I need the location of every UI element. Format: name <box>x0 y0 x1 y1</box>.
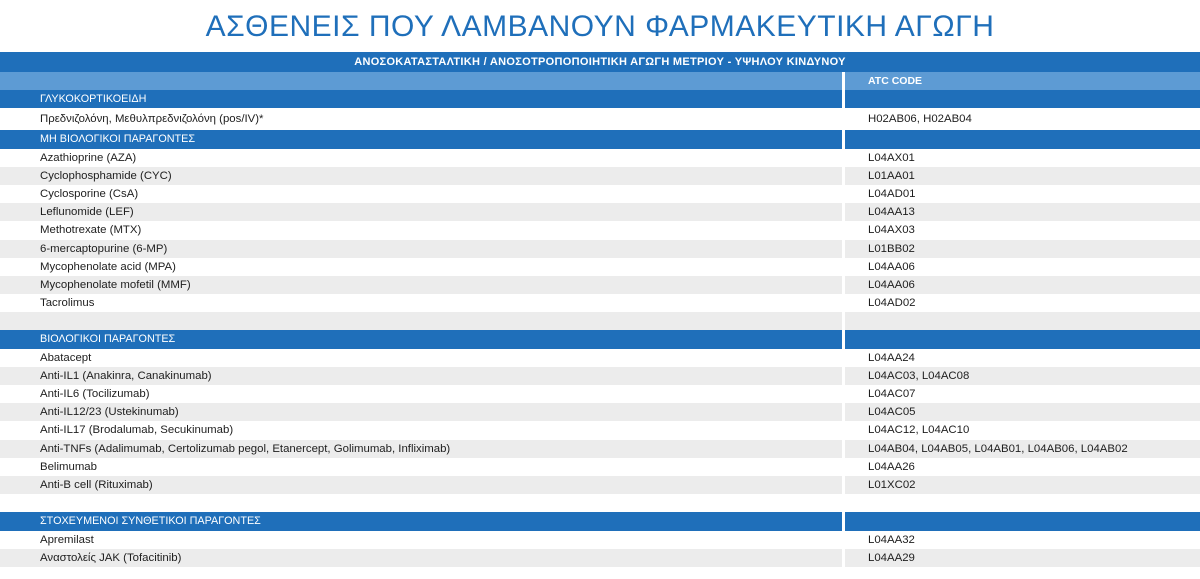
table-row: Cyclophosphamide (CYC) L01AA01 <box>0 166 1200 185</box>
atc-code: L04AA06 <box>845 257 1200 276</box>
table-row: Abatacept L04AA24 <box>0 348 1200 367</box>
drug-name: Belimumab <box>0 457 842 476</box>
blank-cell <box>845 312 1200 331</box>
table-row: Anti-B cell (Rituximab) L01XC02 <box>0 475 1200 495</box>
table-row: Mycophenolate mofetil (MMF) L04AA06 <box>0 275 1200 295</box>
drug-table: ΑΝΟΣΟΚΑΤΑΣΤΑΛΤΙΚΗ / ΑΝΟΣΟΤΡΟΠΟΠΟΙΗΤΙΚΗ Α… <box>0 52 1200 567</box>
drug-name: Πρεδνιζολόνη, Μεθυλπρεδνιζολόνη (pos/IV)… <box>0 108 842 131</box>
drug-name: Cyclophosphamide (CYC) <box>0 166 842 185</box>
drug-name: Anti-IL6 (Tocilizumab) <box>0 385 842 404</box>
section-title: ΜΗ ΒΙΟΛΟΓΙΚΟΙ ΠΑΡΑΓΟΝΤΕΣ <box>0 130 842 149</box>
atc-code: L01BB02 <box>845 239 1200 258</box>
drug-name: Azathioprine (AZA) <box>0 148 842 167</box>
table-row: Tacrolimus L04AD02 <box>0 294 1200 313</box>
drug-name: Mycophenolate mofetil (MMF) <box>0 275 842 295</box>
atc-code: L04AA13 <box>845 203 1200 222</box>
atc-code: L04AB04, L04AB05, L04AB01, L04AB06, L04A… <box>845 439 1200 458</box>
table-row: Mycophenolate acid (MPA) L04AA06 <box>0 257 1200 276</box>
drug-name: Αναστολείς JAK (Tofacitinib) <box>0 548 842 567</box>
atc-code: L04AC07 <box>845 385 1200 404</box>
section-title: ΒΙΟΛΟΓΙΚΟΙ ΠΑΡΑΓΟΝΤΕΣ <box>0 330 842 349</box>
page-title: ΑΣΘΕΝΕΙΣ ΠΟΥ ΛΑΜΒΑΝΟΥΝ ΦΑΡΜΑΚΕΥΤΙΚΗ ΑΓΩΓ… <box>205 10 995 43</box>
table-row: Cyclosporine (CsA) L04AD01 <box>0 184 1200 204</box>
atc-code: L04AA32 <box>845 530 1200 549</box>
table-row: Anti-IL1 (Anakinra, Canakinumab) L04AC03,… <box>0 366 1200 385</box>
drug-name: Methotrexate (MTX) <box>0 221 842 240</box>
header-drug-column <box>0 72 842 91</box>
table-row: Belimumab L04AA26 <box>0 457 1200 476</box>
drug-name: Apremilast <box>0 530 842 549</box>
header-atc-column: ATC CODE <box>845 72 1200 91</box>
section-title: ΣΤΟΧΕΥΜΕΝΟΙ ΣΥΝΘΕΤΙΚΟΙ ΠΑΡΑΓΟΝΤΕΣ <box>0 512 842 531</box>
table-row: Leflunomide (LEF) L04AA13 <box>0 203 1200 222</box>
table-row: Anti-IL17 (Brodalumab, Secukinumab) L04AC… <box>0 421 1200 440</box>
atc-code: L04AA26 <box>845 457 1200 476</box>
atc-code: L01AA01 <box>845 166 1200 185</box>
atc-code: L04AC12, L04AC10 <box>845 421 1200 440</box>
table-row: 6-mercaptopurine (6-MP) L01BB02 <box>0 239 1200 258</box>
table-banner: ΑΝΟΣΟΚΑΤΑΣΤΑΛΤΙΚΗ / ΑΝΟΣΟΤΡΟΠΟΠΟΙΗΤΙΚΗ Α… <box>0 52 1200 72</box>
atc-code: L04AX03 <box>845 221 1200 240</box>
table-row: Apremilast L04AA32 <box>0 530 1200 549</box>
blank-row <box>0 494 1200 513</box>
atc-code: H02AB06, H02AB04 <box>845 108 1200 131</box>
table-row: Azathioprine (AZA) L04AX01 <box>0 148 1200 167</box>
drug-name: Anti-TNFs (Adalimumab, Certolizumab pego… <box>0 439 842 458</box>
blank-cell <box>845 494 1200 513</box>
section-atc-cell <box>845 130 1200 149</box>
atc-code: L04AA24 <box>845 348 1200 367</box>
section-header-row: ΓΛΥΚΟΚΟΡΤΙΚΟΕΙΔΗ <box>0 90 1200 109</box>
table-row: Πρεδνιζολόνη, Μεθυλπρεδνιζολόνη (pos/IV)… <box>0 108 1200 131</box>
drug-name: Anti-IL1 (Anakinra, Canakinumab) <box>0 366 842 385</box>
atc-code: L04AA06 <box>845 275 1200 295</box>
drug-name: Leflunomide (LEF) <box>0 203 842 222</box>
atc-code: L04AX01 <box>845 148 1200 167</box>
table-row: Anti-TNFs (Adalimumab, Certolizumab pego… <box>0 439 1200 458</box>
atc-code: L01XC02 <box>845 475 1200 495</box>
blank-cell <box>0 494 842 513</box>
table-row: Αναστολείς JAK (Tofacitinib) L04AA29 <box>0 548 1200 567</box>
table-header-row: ATC CODE <box>0 72 1200 91</box>
drug-name: 6-mercaptopurine (6-MP) <box>0 239 842 258</box>
section-title: ΓΛΥΚΟΚΟΡΤΙΚΟΕΙΔΗ <box>0 90 842 109</box>
blank-cell <box>0 312 842 331</box>
drug-name: Cyclosporine (CsA) <box>0 184 842 204</box>
table-row: Anti-IL12/23 (Ustekinumab) L04AC05 <box>0 403 1200 422</box>
drug-name: Abatacept <box>0 348 842 367</box>
atc-code: L04AA29 <box>845 548 1200 567</box>
table-row: Methotrexate (MTX) L04AX03 <box>0 221 1200 240</box>
section-header-row: ΜΗ ΒΙΟΛΟΓΙΚΟΙ ΠΑΡΑΓΟΝΤΕΣ <box>0 130 1200 149</box>
atc-code: L04AD02 <box>845 294 1200 313</box>
atc-code: L04AD01 <box>845 184 1200 204</box>
drug-name: Anti-IL17 (Brodalumab, Secukinumab) <box>0 421 842 440</box>
drug-name: Tacrolimus <box>0 294 842 313</box>
drug-name: Anti-B cell (Rituximab) <box>0 475 842 495</box>
section-atc-cell <box>845 90 1200 109</box>
drug-name: Anti-IL12/23 (Ustekinumab) <box>0 403 842 422</box>
section-header-row: ΣΤΟΧΕΥΜΕΝΟΙ ΣΥΝΘΕΤΙΚΟΙ ΠΑΡΑΓΟΝΤΕΣ <box>0 512 1200 531</box>
section-atc-cell <box>845 512 1200 531</box>
section-atc-cell <box>845 330 1200 349</box>
atc-code: L04AC05 <box>845 403 1200 422</box>
section-header-row: ΒΙΟΛΟΓΙΚΟΙ ΠΑΡΑΓΟΝΤΕΣ <box>0 330 1200 349</box>
table-row: Anti-IL6 (Tocilizumab) L04AC07 <box>0 385 1200 404</box>
drug-name: Mycophenolate acid (MPA) <box>0 257 842 276</box>
blank-row <box>0 312 1200 331</box>
atc-code: L04AC03, L04AC08 <box>845 366 1200 385</box>
